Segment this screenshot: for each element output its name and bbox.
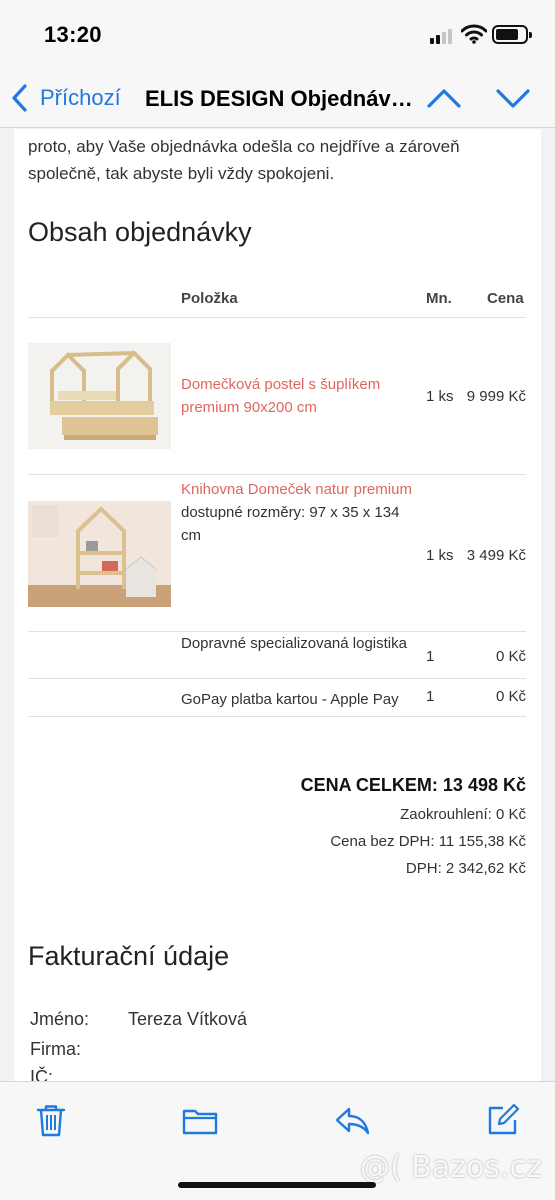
compose-icon[interactable] bbox=[485, 1102, 521, 1138]
status-bar: 13:20 bbox=[0, 0, 555, 70]
billing-ico-label: IČ: bbox=[30, 1067, 54, 1081]
rounding-value: Zaokrouhlení: 0 Kč bbox=[400, 806, 526, 823]
order-item-row: Knihovna Domeček natur premium dostupné … bbox=[28, 474, 526, 631]
extra-name: Dopravné specializovaná logistika bbox=[181, 635, 407, 652]
col-header-price: Cena bbox=[487, 290, 524, 307]
billing-heading: Fakturační údaje bbox=[28, 941, 230, 971]
folder-icon[interactable] bbox=[182, 1102, 218, 1138]
next-message-button[interactable] bbox=[495, 84, 531, 112]
back-button[interactable]: Příchozí bbox=[10, 80, 121, 116]
signal-icon bbox=[430, 28, 456, 44]
reply-icon[interactable] bbox=[334, 1102, 370, 1138]
product-link[interactable]: Domečková postel s šuplíkem premium 90x2… bbox=[181, 376, 380, 416]
bed-product-image bbox=[28, 343, 171, 449]
status-time: 13:20 bbox=[44, 22, 102, 47]
billing-name-label: Jméno: bbox=[30, 1009, 90, 1029]
divider bbox=[28, 716, 526, 717]
extra-name: GoPay platba kartou - Apple Pay bbox=[181, 691, 399, 708]
battery-icon bbox=[492, 25, 532, 44]
trash-icon[interactable] bbox=[33, 1102, 69, 1138]
item-price: 3 499 Kč bbox=[466, 547, 526, 564]
order-item-row: Domečková postel s šuplíkem premium 90x2… bbox=[28, 317, 526, 474]
chevron-left-icon bbox=[12, 84, 27, 112]
bookshelf-product-image bbox=[28, 501, 171, 607]
item-detail: dostupné rozměry: 97 x 35 x 134 cm bbox=[181, 504, 400, 544]
extra-price: 0 Kč bbox=[495, 648, 526, 665]
item-price: 9 999 Kč bbox=[466, 388, 526, 405]
mail-nav-bar: Příchozí ELIS DESIGN Objednávka bbox=[0, 70, 555, 128]
order-heading: Obsah objednávky bbox=[28, 217, 252, 247]
watermark: @( Bazos.cz bbox=[360, 1150, 542, 1185]
order-total: CENA CELKEM: 13 498 Kč bbox=[300, 775, 526, 795]
col-header-qty: Mn. bbox=[426, 290, 452, 307]
vat-value: DPH: 2 342,62 Kč bbox=[405, 860, 526, 877]
price-without-vat: Cena bez DPH: 11 155,38 Kč bbox=[330, 833, 526, 850]
col-header-item: Položka bbox=[181, 290, 238, 307]
home-indicator[interactable] bbox=[178, 1182, 376, 1188]
product-link[interactable]: Knihovna Domeček natur premium bbox=[181, 481, 412, 498]
billing-company-label: Firma: bbox=[30, 1039, 81, 1059]
billing-name-value: Tereza Vítková bbox=[128, 1009, 248, 1029]
previous-message-button[interactable] bbox=[426, 84, 462, 112]
back-label: Příchozí bbox=[40, 85, 121, 110]
item-name-cell: Knihovna Domeček natur premium dostupné … bbox=[181, 478, 421, 547]
email-body: proto, aby Vaše objednávka odešla co nej… bbox=[14, 129, 541, 1081]
order-extra-row: GoPay platba kartou - Apple Pay 1 0 Kč bbox=[28, 678, 526, 716]
message-title: ELIS DESIGN Objednávka bbox=[145, 86, 415, 111]
intro-text: proto, aby Vaše objednávka odešla co nej… bbox=[28, 137, 460, 183]
wifi-icon bbox=[461, 24, 487, 44]
item-name-cell: Domečková postel s šuplíkem premium 90x2… bbox=[181, 373, 421, 419]
extra-price: 0 Kč bbox=[495, 688, 526, 705]
order-extra-row: Dopravné specializovaná logistika 1 0 Kč bbox=[28, 631, 526, 678]
